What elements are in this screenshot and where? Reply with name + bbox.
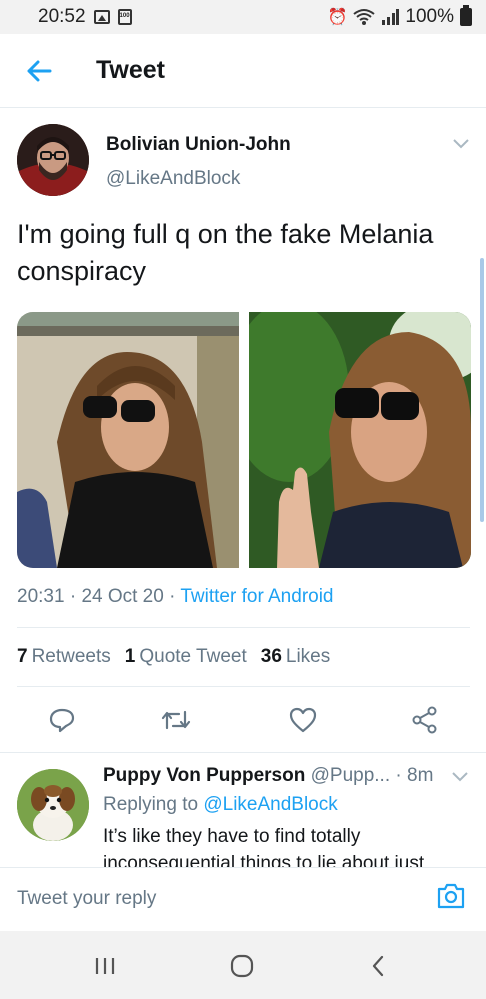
- likes-count: 36: [260, 646, 282, 667]
- tweet-media: [17, 312, 471, 568]
- signal-icon: [382, 9, 400, 25]
- tweet-source-link[interactable]: Twitter for Android: [180, 586, 333, 607]
- scrollbar[interactable]: [480, 258, 484, 522]
- clock: 20:52: [38, 6, 86, 27]
- speech-bubble-icon: [49, 708, 75, 733]
- tweet-reply-input[interactable]: Tweet your reply: [17, 888, 156, 910]
- photo-1-image: [17, 312, 239, 568]
- reply-author-handle[interactable]: @Pupp...: [311, 765, 391, 786]
- retweets-label: Retweets: [31, 646, 111, 667]
- reply-author-avatar[interactable]: [17, 769, 89, 841]
- likes-stat[interactable]: 36 Likes: [261, 646, 331, 668]
- tweet-actions: [0, 700, 486, 744]
- chevron-down-icon: [452, 772, 468, 782]
- status-bar: 20:52 100 ⏰ 100%: [0, 0, 486, 34]
- author-avatar[interactable]: [17, 124, 89, 196]
- home-icon: [230, 954, 254, 978]
- quotes-count: 1: [124, 646, 136, 667]
- page-title: Tweet: [96, 56, 165, 84]
- tweet-menu-button[interactable]: [453, 136, 469, 154]
- chevron-down-icon: [453, 139, 469, 149]
- retweets-stat[interactable]: 7 Retweets: [17, 646, 111, 668]
- recents-button[interactable]: [90, 951, 120, 981]
- like-button[interactable]: [287, 704, 319, 736]
- meta-separator: ·: [69, 586, 82, 607]
- reply-button[interactable]: [46, 704, 78, 736]
- home-button[interactable]: [227, 951, 257, 981]
- reply-tweet[interactable]: Puppy Von Pupperson @Pupp... · 8m Replyi…: [0, 752, 486, 867]
- tweet-author: Bolivian Union-John @LikeAndBlock: [17, 124, 477, 200]
- share-button[interactable]: [409, 704, 441, 736]
- reply-separator: ·: [395, 765, 407, 786]
- back-button[interactable]: [4, 34, 74, 108]
- reply-header: Puppy Von Pupperson @Pupp... · 8m: [103, 765, 483, 787]
- wifi-icon: [353, 9, 376, 25]
- tweet-photo-1[interactable]: [17, 312, 239, 568]
- reply-text: It’s like they have to find totally inco…: [103, 826, 425, 867]
- divider: [17, 686, 470, 687]
- retweets-count: 7: [17, 646, 28, 667]
- tweet-text: I'm going full q on the fake Melania con…: [17, 219, 434, 286]
- tweet-detail-screen: 20:52 100 ⏰ 100% Tweet Bolivian Union-Jo…: [0, 0, 486, 999]
- system-nav-bar: [0, 931, 486, 999]
- retweet-button[interactable]: [160, 704, 192, 736]
- arrow-left-icon: [27, 60, 52, 81]
- replying-to-handle[interactable]: @LikeAndBlock: [203, 794, 337, 815]
- battery-icon: [460, 5, 472, 26]
- reply-author-name[interactable]: Puppy Von Pupperson: [103, 765, 305, 786]
- tweet-photo-2[interactable]: [249, 312, 471, 568]
- alarm-icon: ⏰: [327, 9, 348, 26]
- reply-age: 8m: [407, 765, 434, 786]
- heart-icon: [289, 707, 317, 733]
- system-back-button[interactable]: [363, 951, 393, 981]
- retweet-icon: [161, 710, 191, 730]
- divider: [17, 627, 470, 628]
- top-app-bar: Tweet: [0, 34, 486, 108]
- tweet-time: 20:31: [17, 586, 65, 607]
- photo-2-image: [249, 312, 471, 568]
- back-chevron-icon: [372, 955, 384, 977]
- likes-label: Likes: [285, 646, 331, 667]
- author-avatar-image: [17, 124, 89, 196]
- tweet-stats: 7 Retweets 1 Quote Tweet 36 Likes: [17, 646, 330, 668]
- reply-composer[interactable]: Tweet your reply: [0, 867, 486, 931]
- author-name[interactable]: Bolivian Union-John: [106, 134, 291, 156]
- recents-icon: [95, 958, 115, 974]
- share-icon: [412, 706, 437, 734]
- tweet-date: 24 Oct 20: [81, 586, 164, 607]
- replying-to: Replying to @LikeAndBlock: [103, 794, 338, 816]
- battery-percent: 100%: [405, 6, 454, 27]
- reply-menu-button[interactable]: [452, 769, 468, 787]
- camera-icon: [437, 883, 465, 909]
- battery-notification-icon: 100: [117, 9, 132, 25]
- camera-button[interactable]: [436, 882, 466, 912]
- gallery-notification-icon: [93, 10, 110, 24]
- tweet-meta: 20:31 · 24 Oct 20 · Twitter for Android: [17, 586, 334, 608]
- quotes-stat[interactable]: 1 Quote Tweet: [125, 646, 247, 668]
- author-handle[interactable]: @LikeAndBlock: [106, 168, 240, 190]
- meta-separator: ·: [169, 586, 181, 607]
- reply-avatar-image: [17, 769, 89, 841]
- replying-to-prefix: Replying to: [103, 794, 199, 815]
- quotes-label: Quote Tweet: [139, 646, 247, 667]
